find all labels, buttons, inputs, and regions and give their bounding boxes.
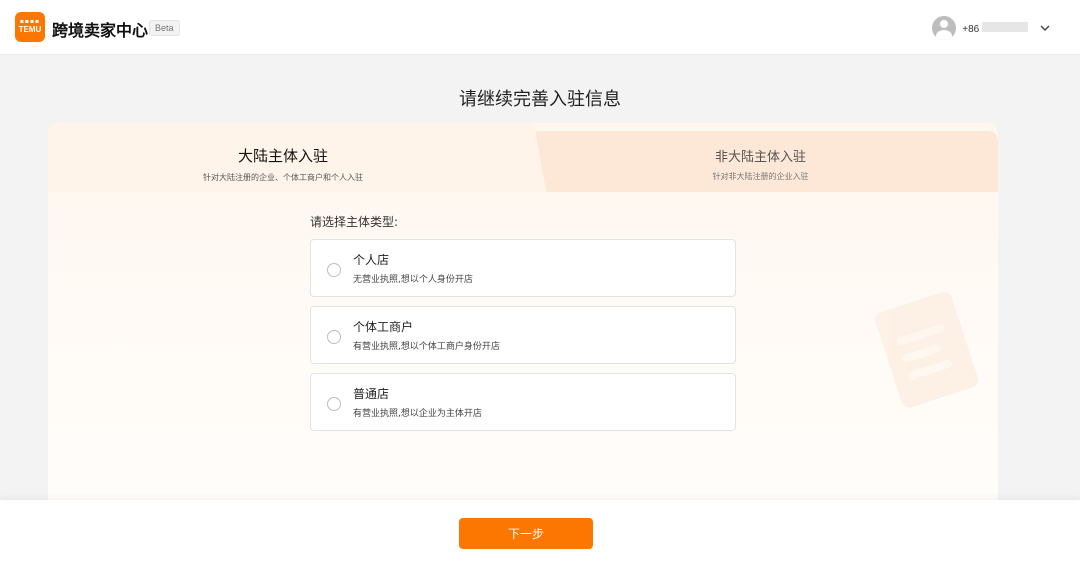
option-description: 有营业执照,想以企业为主体开店 — [353, 409, 482, 419]
user-menu[interactable]: +86 — [932, 15, 1050, 41]
entity-type-label: 请选择主体类型: — [310, 215, 399, 229]
option-regular-store[interactable]: 普通店 有营业执照,想以企业为主体开店 — [310, 373, 736, 431]
radio-button[interactable] — [327, 397, 341, 411]
phone-masked-number — [982, 21, 1028, 32]
footer-bar: 下一步 — [0, 500, 1080, 566]
temu-logo[interactable]: ▪▪▪▪ TEMU — [15, 12, 45, 42]
app-title: 跨境卖家中心 — [52, 21, 149, 40]
tab-non-mainland-text[interactable]: 非大陆主体入驻 针对非大陆注册的企业入驻 — [608, 146, 913, 182]
option-title: 个体工商户 — [353, 320, 414, 334]
tab-mainland-text[interactable]: 大陆主体入驻 针对大陆注册的企业、个体工商户和个人入驻 — [148, 145, 418, 183]
radio-button[interactable] — [327, 330, 341, 344]
option-title: 个人店 — [353, 253, 390, 267]
user-phone: +86 — [962, 21, 1028, 35]
option-title: 普通店 — [353, 387, 390, 401]
avatar-icon — [932, 16, 957, 40]
next-step-button[interactable]: 下一步 — [459, 518, 593, 549]
chevron-down-icon[interactable] — [1040, 22, 1050, 35]
document-illustration — [851, 271, 998, 435]
tab-mainland-title: 大陆主体入驻 — [237, 147, 328, 165]
option-individual-business[interactable]: 个体工商户 有营业执照,想以个体工商户身份开店 — [310, 306, 736, 364]
option-personal-store[interactable]: 个人店 无营业执照,想以个人身份开店 — [310, 239, 736, 297]
top-header: ▪▪▪▪ TEMU 跨境卖家中心 Beta +86 — [0, 0, 1080, 55]
beta-badge: Beta — [149, 20, 180, 36]
phone-prefix: +86 — [962, 23, 980, 35]
tab-non-mainland-title: 非大陆主体入驻 — [714, 150, 806, 165]
option-description: 有营业执照,想以个体工商户身份开店 — [353, 342, 500, 352]
onboarding-card: 大陆主体入驻 针对大陆注册的企业、个体工商户和个人入驻 非大陆主体入驻 针对非大… — [48, 123, 998, 508]
option-description: 无营业执照,想以个人身份开店 — [353, 275, 473, 285]
radio-button[interactable] — [327, 263, 341, 277]
logo-text: TEMU — [18, 25, 42, 34]
page-title: 请继续完善入驻信息 — [459, 89, 621, 110]
tab-mainland-subtitle: 针对大陆注册的企业、个体工商户和个人入驻 — [203, 173, 363, 182]
tab-non-mainland-subtitle: 针对非大陆注册的企业入驻 — [712, 172, 809, 181]
